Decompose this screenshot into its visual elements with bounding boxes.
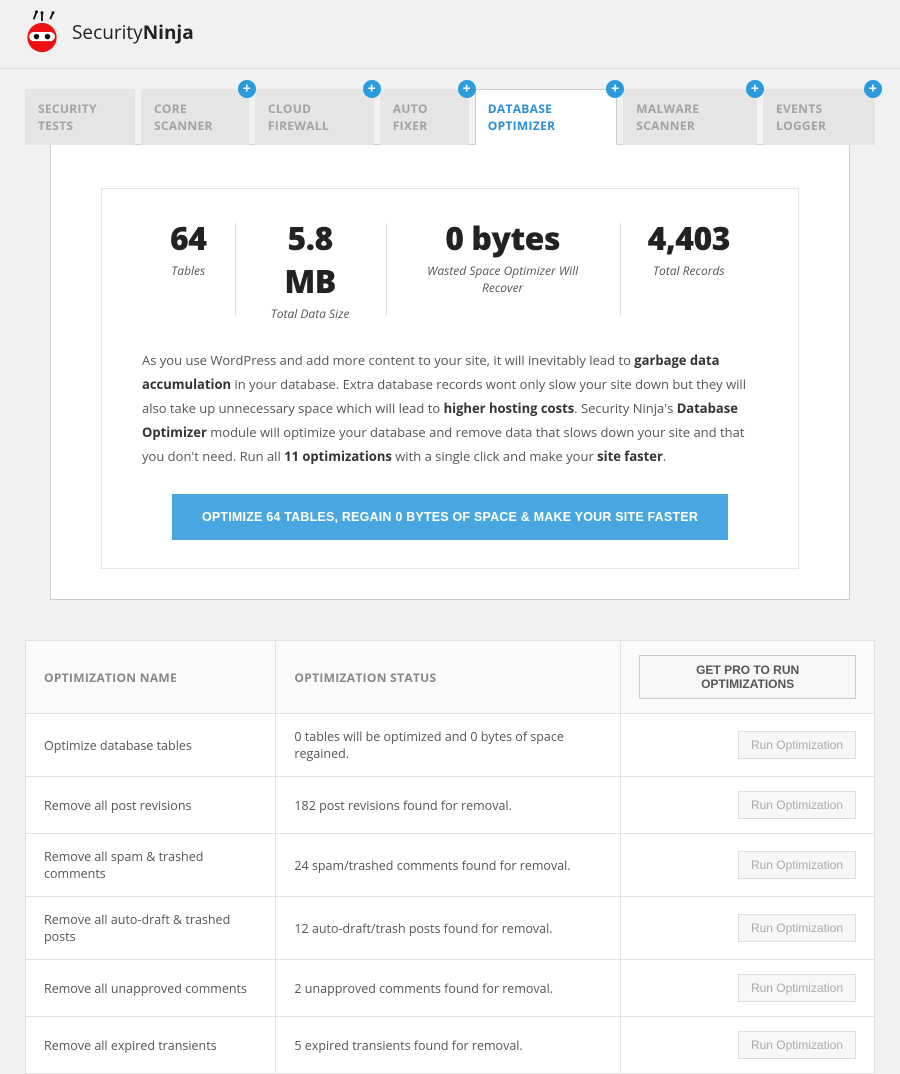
optimization-name: Remove all expired transients (26, 1017, 276, 1074)
optimization-action: Run Optimization (621, 960, 875, 1017)
stats-row: 64 Tables 5.8 MB Total Data Size 0 bytes… (142, 217, 758, 322)
optimization-name: Remove all spam & trashed comments (26, 834, 276, 897)
optimization-name: Remove all post revisions (26, 777, 276, 834)
main-tabs: SECURITY TESTS CORE SCANNER + CLOUD FIRE… (25, 89, 875, 145)
stat-label: Total Data Size (263, 305, 358, 322)
stat-tables: 64 Tables (142, 217, 235, 322)
tab-label: EVENTS LOGGER (776, 100, 826, 134)
intro-box: 64 Tables 5.8 MB Total Data Size 0 bytes… (101, 188, 799, 569)
get-pro-button[interactable]: GET PRO TO RUN OPTIMIZATIONS (639, 655, 856, 699)
stat-value: 4,403 (648, 217, 730, 260)
optimization-name: Remove all unapproved comments (26, 960, 276, 1017)
intro-paragraph: As you use WordPress and add more conten… (142, 348, 758, 468)
tab-label: DATABASE OPTIMIZER (488, 100, 556, 134)
table-row: Optimize database tables0 tables will be… (26, 714, 875, 777)
stat-value: 5.8 MB (263, 217, 358, 303)
app-header: SecurityNinja (0, 0, 900, 69)
optimization-name: Remove all auto-draft & trashed posts (26, 897, 276, 960)
optimization-status: 5 expired transients found for removal. (276, 1017, 621, 1074)
plus-icon: + (746, 80, 764, 98)
tab-security-tests[interactable]: SECURITY TESTS (25, 89, 135, 145)
tab-auto-fixer[interactable]: AUTO FIXER + (380, 89, 469, 145)
run-optimization-button[interactable]: Run Optimization (738, 914, 856, 942)
optimization-status: 0 tables will be optimized and 0 bytes o… (276, 714, 621, 777)
brand-title: SecurityNinja (72, 19, 194, 45)
tab-events-logger[interactable]: EVENTS LOGGER + (763, 89, 875, 145)
run-optimization-button[interactable]: Run Optimization (738, 851, 856, 879)
optimization-action: Run Optimization (621, 897, 875, 960)
table-row: Remove all spam & trashed comments24 spa… (26, 834, 875, 897)
optimization-status: 2 unapproved comments found for removal. (276, 960, 621, 1017)
run-optimization-button[interactable]: Run Optimization (738, 1031, 856, 1059)
tab-cloud-firewall[interactable]: CLOUD FIREWALL + (255, 89, 374, 145)
plus-icon: + (458, 80, 476, 98)
tab-malware-scanner[interactable]: MALWARE SCANNER + (623, 89, 757, 145)
optimization-name: Optimize database tables (26, 714, 276, 777)
plus-icon: + (238, 80, 256, 98)
col-optimization-name: OPTIMIZATION NAME (26, 641, 276, 714)
run-optimization-button[interactable]: Run Optimization (738, 731, 856, 759)
optimization-action: Run Optimization (621, 714, 875, 777)
tab-label: AUTO FIXER (393, 100, 428, 134)
plus-icon: + (864, 80, 882, 98)
table-row: Remove all auto-draft & trashed posts12 … (26, 897, 875, 960)
tab-database-optimizer[interactable]: DATABASE OPTIMIZER + (475, 89, 618, 145)
tab-label: CLOUD FIREWALL (268, 100, 329, 134)
plus-icon: + (606, 80, 624, 98)
optimization-status: 182 post revisions found for removal. (276, 777, 621, 834)
col-optimization-status: OPTIMIZATION STATUS (276, 641, 621, 714)
optimization-action: Run Optimization (621, 834, 875, 897)
table-row: Remove all unapproved comments2 unapprov… (26, 960, 875, 1017)
table-row: Remove all expired transients5 expired t… (26, 1017, 875, 1074)
stat-wasted-space: 0 bytes Wasted Space Optimizer Will Reco… (386, 217, 620, 322)
stat-label: Wasted Space Optimizer Will Recover (414, 262, 592, 296)
tab-label: MALWARE SCANNER (636, 100, 699, 134)
run-optimization-button[interactable]: Run Optimization (738, 974, 856, 1002)
plus-icon: + (363, 80, 381, 98)
col-action: GET PRO TO RUN OPTIMIZATIONS (621, 641, 875, 714)
tab-core-scanner[interactable]: CORE SCANNER + (141, 89, 249, 145)
optimizations-table: OPTIMIZATION NAME OPTIMIZATION STATUS GE… (25, 640, 875, 1074)
stat-value: 64 (170, 217, 207, 260)
stat-total-size: 5.8 MB Total Data Size (235, 217, 386, 322)
table-row: Remove all post revisions182 post revisi… (26, 777, 875, 834)
optimization-action: Run Optimization (621, 1017, 875, 1074)
optimize-all-button[interactable]: OPTIMIZE 64 TABLES, REGAIN 0 BYTES OF SP… (172, 494, 728, 540)
optimization-status: 12 auto-draft/trash posts found for remo… (276, 897, 621, 960)
run-optimization-button[interactable]: Run Optimization (738, 791, 856, 819)
tab-label: CORE SCANNER (154, 100, 213, 134)
stat-label: Tables (170, 262, 207, 279)
stat-label: Total Records (648, 262, 730, 279)
optimization-action: Run Optimization (621, 777, 875, 834)
stat-value: 0 bytes (414, 217, 592, 260)
tab-panel: 64 Tables 5.8 MB Total Data Size 0 bytes… (50, 144, 850, 600)
ninja-icon (20, 10, 64, 54)
tab-label: SECURITY TESTS (38, 100, 97, 134)
stat-total-records: 4,403 Total Records (620, 217, 758, 322)
optimization-status: 24 spam/trashed comments found for remov… (276, 834, 621, 897)
